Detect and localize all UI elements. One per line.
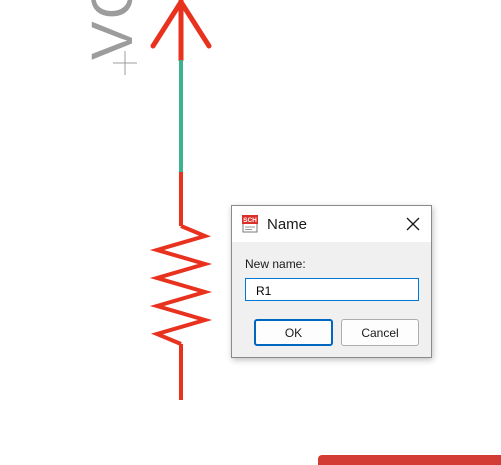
schematic-canvas[interactable]: VCC SCH Name New name: OK Cancel (0, 0, 501, 465)
new-name-input[interactable] (245, 278, 419, 301)
close-button[interactable] (397, 208, 429, 240)
dialog-titlebar[interactable]: SCH Name (232, 206, 431, 242)
ok-button[interactable]: OK (254, 319, 333, 346)
svg-text:SCH: SCH (243, 217, 257, 224)
net-label-vcc[interactable]: VCC (80, 0, 145, 60)
name-dialog: SCH Name New name: OK Cancel (231, 205, 432, 358)
power-arrow-symbol[interactable] (150, 0, 212, 63)
close-icon (406, 217, 420, 231)
dialog-title: Name (267, 216, 308, 233)
cancel-button[interactable]: Cancel (341, 319, 419, 346)
new-name-label: New name: (245, 257, 306, 271)
component-edge[interactable] (318, 455, 501, 465)
resistor-body[interactable] (149, 224, 213, 346)
sch-icon: SCH (242, 215, 258, 233)
